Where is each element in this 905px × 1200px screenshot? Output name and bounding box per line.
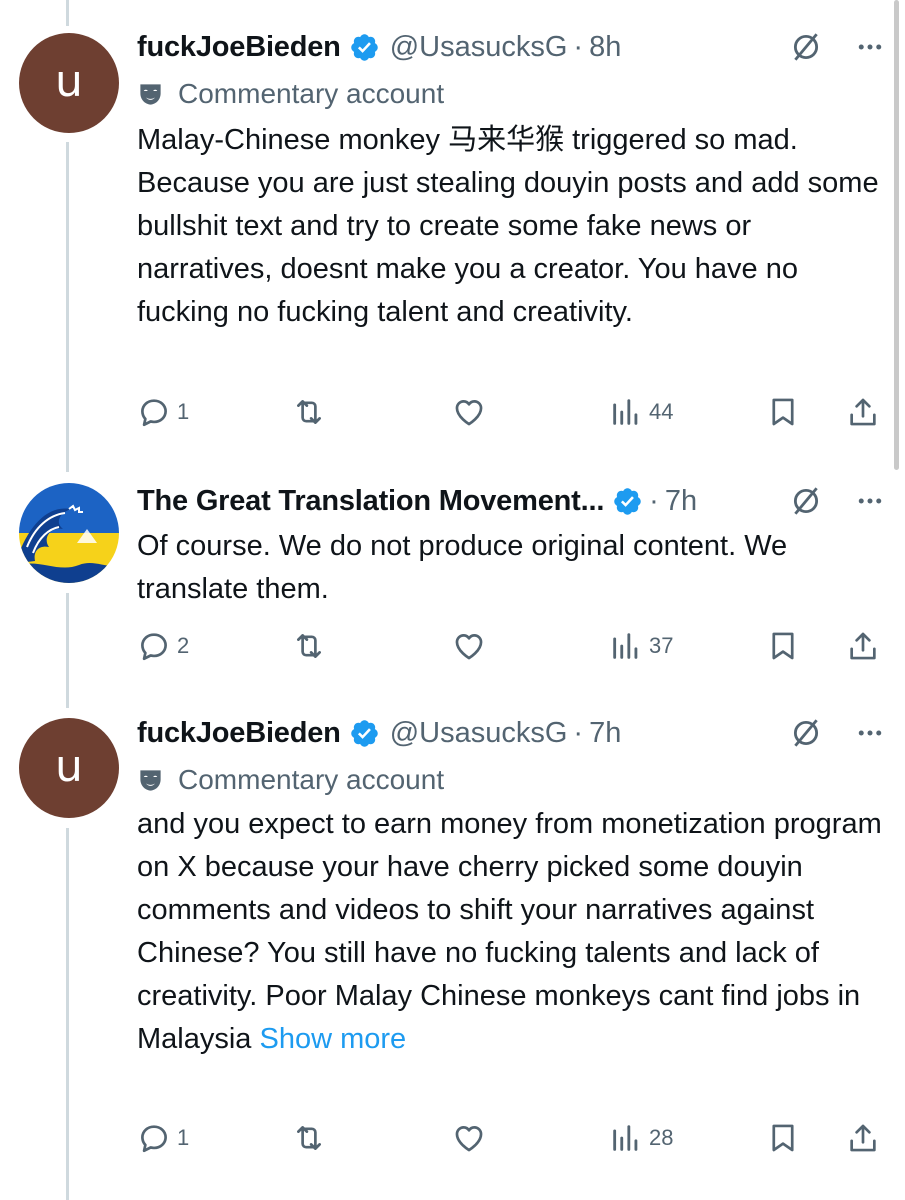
commentary-label: Commentary account: [137, 761, 444, 799]
repost-button[interactable]: [292, 1118, 326, 1158]
views-button[interactable]: 28: [609, 1118, 673, 1158]
bookmark-icon: [772, 632, 794, 660]
timestamp[interactable]: 7h: [665, 485, 697, 518]
more-icon[interactable]: [855, 32, 885, 62]
commentary-label: Commentary account: [137, 75, 444, 113]
separator-dot: ·: [573, 30, 584, 63]
more-icon[interactable]: [855, 718, 885, 748]
avatar[interactable]: [19, 483, 119, 583]
views-count: 44: [649, 399, 674, 424]
author-name[interactable]: fuckJoeBieden: [137, 717, 341, 750]
tweet-2[interactable]: The Great Translation Movement... · 7h O…: [0, 470, 905, 700]
verified-badge-icon: [350, 719, 378, 747]
action-bar: 1 44: [137, 392, 882, 432]
tweet-3[interactable]: u fuckJoeBieden @UsasucksG · 7h Commenta…: [0, 705, 905, 1200]
author-name[interactable]: fuckJoeBieden: [137, 31, 341, 64]
tweet-header: The Great Translation Movement... · 7h: [137, 479, 885, 523]
verified-badge-icon: [614, 487, 641, 515]
tweet-text: Of course. We do not produce original co…: [137, 530, 788, 605]
avatar[interactable]: u: [19, 718, 119, 818]
grok-icon[interactable]: [789, 716, 823, 750]
repost-button[interactable]: [292, 626, 326, 666]
reply-button[interactable]: 1: [137, 392, 189, 432]
like-icon: [455, 1126, 483, 1152]
views-icon: [613, 399, 638, 425]
like-button[interactable]: [452, 626, 486, 666]
more-icon[interactable]: [855, 486, 885, 516]
action-bar: 2 37: [137, 626, 882, 666]
commentary-mask-icon: [140, 83, 161, 105]
reply-icon: [141, 633, 167, 661]
tweet-text-content: and you expect to earn money from moneti…: [137, 808, 882, 1055]
bookmark-icon: [772, 398, 794, 426]
like-button[interactable]: [452, 1118, 486, 1158]
share-button[interactable]: [846, 626, 880, 666]
reply-icon: [141, 1125, 167, 1153]
like-icon: [455, 634, 483, 660]
reply-button[interactable]: 2: [137, 626, 189, 666]
avatar[interactable]: u: [19, 33, 119, 133]
share-button[interactable]: [846, 1118, 880, 1158]
action-bar: 1 28: [137, 1118, 882, 1158]
author-handle[interactable]: @UsasucksG: [390, 717, 568, 750]
separator-dot: ·: [649, 484, 659, 517]
commentary-label-text: Commentary account: [178, 764, 445, 795]
show-more-link[interactable]: Show more: [260, 1023, 407, 1055]
commentary-label-text: Commentary account: [178, 78, 445, 109]
reply-icon: [141, 399, 167, 427]
share-icon: [850, 632, 876, 660]
bookmark-button[interactable]: [766, 1118, 800, 1158]
great-wave-avatar-image: [19, 483, 119, 583]
views-button[interactable]: 37: [609, 626, 673, 666]
timestamp[interactable]: 8h: [589, 31, 621, 64]
repost-icon: [297, 1126, 321, 1150]
views-icon: [613, 1125, 638, 1151]
tweet-text: and you expect to earn money from moneti…: [137, 803, 882, 1061]
grok-icon[interactable]: [789, 30, 823, 64]
timestamp[interactable]: 7h: [589, 717, 621, 750]
separator-dot: ·: [573, 716, 584, 749]
commentary-mask-icon: [140, 769, 161, 791]
avatar-letter: u: [55, 55, 83, 107]
repost-button[interactable]: [292, 392, 326, 432]
views-icon: [613, 633, 638, 659]
share-icon: [850, 398, 876, 426]
share-icon: [850, 1124, 876, 1152]
bookmark-button[interactable]: [766, 392, 800, 432]
share-button[interactable]: [846, 392, 880, 432]
reply-button[interactable]: 1: [137, 1118, 189, 1158]
like-button[interactable]: [452, 392, 486, 432]
author-name[interactable]: The Great Translation Movement...: [137, 485, 604, 518]
tweet-header: fuckJoeBieden @UsasucksG · 7h: [137, 711, 885, 755]
views-button[interactable]: 44: [609, 392, 673, 432]
reply-count: 2: [177, 633, 190, 658]
grok-icon[interactable]: [789, 484, 823, 518]
like-icon: [455, 400, 483, 426]
author-handle[interactable]: @UsasucksG: [390, 31, 568, 64]
repost-icon: [297, 634, 321, 658]
repost-icon: [297, 400, 321, 424]
bookmark-button[interactable]: [766, 626, 800, 666]
reply-count: 1: [177, 1125, 190, 1150]
tweet-1[interactable]: u fuckJoeBieden @UsasucksG · 8h Commenta…: [0, 0, 905, 460]
tweet-text: Malay-Chinese monkey 马来华猴 triggered so m…: [137, 124, 879, 328]
views-count: 37: [649, 633, 674, 658]
tweet-header: fuckJoeBieden @UsasucksG · 8h: [137, 25, 885, 69]
views-count: 28: [649, 1125, 674, 1150]
bookmark-icon: [772, 1124, 794, 1152]
verified-badge-icon: [350, 33, 378, 61]
reply-count: 1: [177, 399, 190, 424]
avatar-letter: u: [55, 740, 83, 792]
